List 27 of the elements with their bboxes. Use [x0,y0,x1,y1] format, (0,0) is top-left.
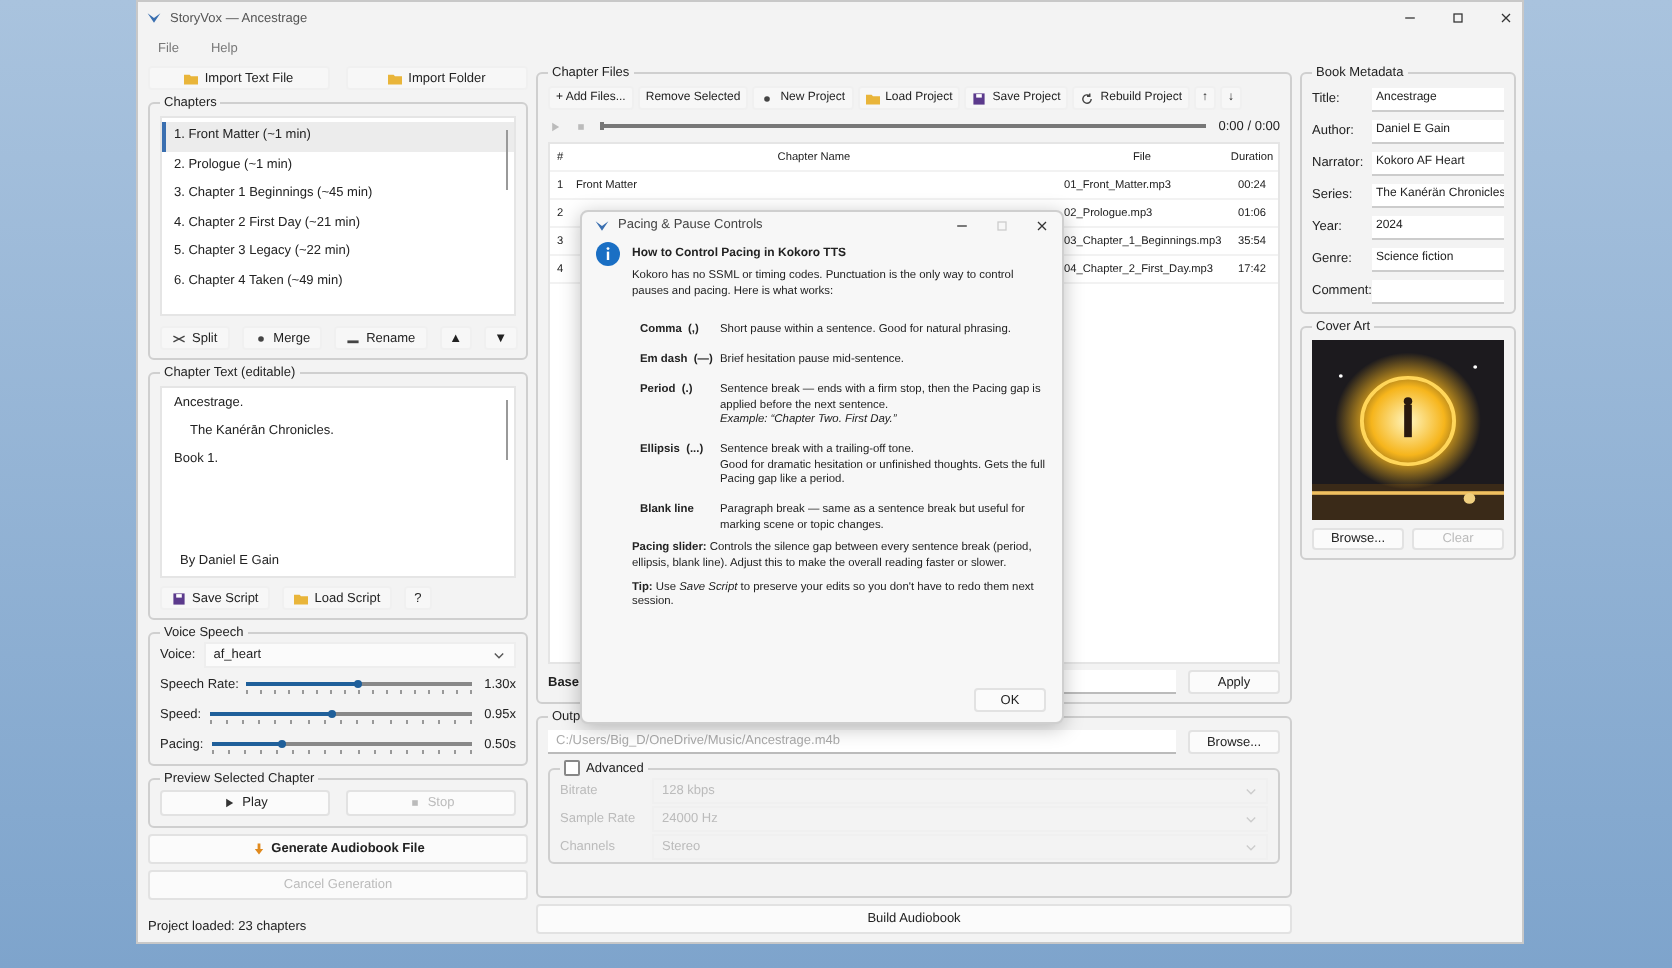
folder-icon [388,71,403,85]
close-icon[interactable] [1034,217,1050,233]
save-icon [172,591,186,605]
folder-icon [294,591,309,605]
slider-handle[interactable] [353,679,362,687]
slider-handle[interactable] [328,709,337,717]
play-icon [222,796,237,810]
save-icon [972,91,987,105]
maximize-icon[interactable] [1450,10,1466,26]
folder-icon [184,71,199,85]
app-icon [146,10,162,26]
folder-icon [865,91,880,105]
close-icon[interactable] [1498,10,1514,26]
scrollbar[interactable] [505,130,508,190]
slider-handle[interactable] [277,739,286,747]
download-icon [251,842,266,856]
dot-icon [253,331,268,345]
scrollbar[interactable] [505,400,508,460]
advanced-checkbox[interactable] [564,760,580,776]
chevron-down-icon [492,648,506,662]
app-icon [594,217,610,233]
metadata-field[interactable] [1372,279,1504,303]
info-icon [596,242,620,266]
scissors-icon [172,331,186,345]
refresh-icon [1080,91,1095,105]
maximize-icon [994,217,1010,233]
seek-handle[interactable] [600,122,604,130]
